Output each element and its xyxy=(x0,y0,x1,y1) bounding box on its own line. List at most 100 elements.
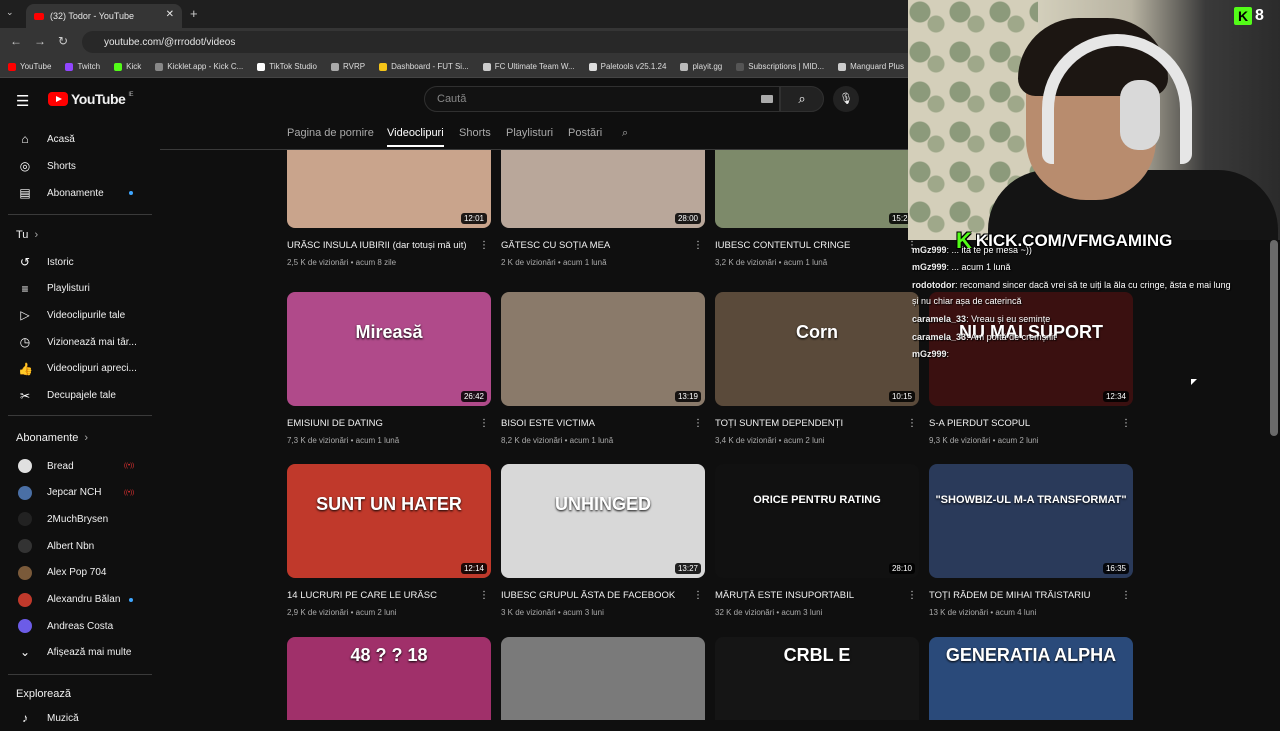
tab-2[interactable]: Shorts xyxy=(459,127,491,139)
bookmark-1[interactable]: Twitch xyxy=(65,62,100,71)
bookmark-3[interactable]: Kicklet.app - Kick C... xyxy=(155,62,243,71)
video-thumbnail[interactable]: 48 ? ? 18 xyxy=(287,637,491,720)
video-card[interactable]: UNHINGED 13:27 IUBESC GRUPUL ĂSTA DE FACEB… xyxy=(501,464,705,617)
sidebar-icon: ⌂ xyxy=(21,132,29,146)
video-title[interactable]: GĂTESC CU SOȚIA MEA xyxy=(501,240,691,251)
bookmark-11[interactable]: Manguard Plus xyxy=(838,62,904,71)
more-options-icon[interactable]: ⋮ xyxy=(1121,418,1131,429)
chat-text: : ... acum 1 lună xyxy=(946,262,1011,272)
new-tab-icon[interactable]: + xyxy=(190,6,198,21)
video-card[interactable]: SUNT UN HATER 12:14 14 LUCRURI PE CARE LE … xyxy=(287,464,491,617)
search-button[interactable]: ⌕ xyxy=(780,86,824,112)
bookmark-8[interactable]: Paletools v25.1.24 xyxy=(588,62,666,71)
video-thumbnail[interactable]: 15:28 xyxy=(715,150,919,228)
browser-tab[interactable]: (32) Todor - YouTube ✕ xyxy=(26,4,182,28)
video-thumbnail[interactable]: UNHINGED 13:27 xyxy=(501,464,705,578)
video-title[interactable]: S-A PIERDUT SCOPUL xyxy=(929,418,1119,429)
video-card[interactable]: Mireasă 26:42 EMISIUNI DE DATING 7,3 K de v… xyxy=(287,292,491,445)
video-thumbnail[interactable]: 12:01 xyxy=(287,150,491,228)
video-title[interactable]: TOȚI SUNTEM DEPENDENȚI xyxy=(715,418,905,429)
bookmark-icon xyxy=(155,62,164,71)
video-thumbnail[interactable]: 13:19 xyxy=(501,292,705,406)
bookmark-icon xyxy=(838,62,847,71)
video-card[interactable]: 15:28 IUBESC CONTENTUL CRINGE 3,2 K de viz… xyxy=(715,150,919,267)
bookmark-icon xyxy=(257,62,266,71)
video-card[interactable]: Corn 10:15 TOȚI SUNTEM DEPENDENȚI 3,4 K de … xyxy=(715,292,919,445)
video-card[interactable]: CRBL E xyxy=(715,637,919,720)
tab-0[interactable]: Pagina de pornire xyxy=(287,127,374,139)
video-title[interactable]: MĂRUȚĂ ESTE INSUPORTABIL xyxy=(715,590,905,601)
bookmark-6[interactable]: Dashboard - FUT Si... xyxy=(379,62,469,71)
video-meta: 13 K de vizionări • acum 4 luni xyxy=(929,608,1037,617)
video-title[interactable]: 14 LUCRURI PE CARE LE URĂSC xyxy=(287,590,477,601)
bookmark-9[interactable]: playit.gg xyxy=(680,62,722,71)
video-card[interactable] xyxy=(501,637,705,720)
video-thumbnail[interactable]: SUNT UN HATER 12:14 xyxy=(287,464,491,578)
video-thumbnail[interactable]: "SHOWBIZ-UL M-A TRANSFORMAT" 16:35 xyxy=(929,464,1133,578)
more-options-icon[interactable]: ⋮ xyxy=(693,418,703,429)
url-text: youtube.com/@rrrodot/videos xyxy=(104,36,236,48)
more-options-icon[interactable]: ⋮ xyxy=(1121,590,1131,601)
video-title[interactable]: URĂSC INSULA IUBIRII (dar totuși mă uit) xyxy=(287,240,477,251)
video-duration: 13:19 xyxy=(674,391,701,402)
search-placeholder: Caută xyxy=(437,93,467,105)
more-options-icon[interactable]: ⋮ xyxy=(907,418,917,429)
menu-icon[interactable]: ☰ xyxy=(16,92,29,110)
tab-search-icon[interactable]: ⌄ xyxy=(6,7,14,18)
video-thumbnail[interactable]: 28:00 xyxy=(501,150,705,228)
video-card[interactable]: GENERATIA ALPHA xyxy=(929,637,1133,720)
search-input[interactable]: Caută xyxy=(424,86,780,112)
close-tab-icon[interactable]: ✕ xyxy=(166,9,174,20)
bookmark-icon xyxy=(331,62,339,71)
reload-icon[interactable]: ↻ xyxy=(58,34,68,48)
more-options-icon[interactable]: ⋮ xyxy=(693,240,703,251)
url-field[interactable]: youtube.com/@rrrodot/videos xyxy=(82,31,982,53)
more-options-icon[interactable]: ⋮ xyxy=(479,590,489,601)
tab-1[interactable]: Videoclipuri xyxy=(387,127,444,147)
video-card[interactable]: 28:00 GĂTESC CU SOȚIA MEA 2 K de vizionări… xyxy=(501,150,705,267)
more-options-icon[interactable]: ⋮ xyxy=(479,240,489,251)
youtube-logo[interactable]: YouTube IE xyxy=(48,91,133,107)
video-thumbnail[interactable]: GENERATIA ALPHA xyxy=(929,637,1133,720)
tab-4[interactable]: Postări xyxy=(568,127,602,139)
forward-icon[interactable]: → xyxy=(34,34,46,48)
video-title[interactable]: EMISIUNI DE DATING xyxy=(287,418,477,429)
tab-3[interactable]: Playlisturi xyxy=(506,127,553,139)
channel-search-icon[interactable]: ⌕ xyxy=(622,127,628,140)
video-thumbnail[interactable]: CRBL E xyxy=(715,637,919,720)
more-options-icon[interactable]: ⋮ xyxy=(479,418,489,429)
microphone-icon: 🎙 xyxy=(839,93,853,105)
video-thumbnail[interactable]: Corn 10:15 xyxy=(715,292,919,406)
video-card[interactable]: 48 ? ? 18 xyxy=(287,637,491,720)
video-card[interactable]: ORICE PENTRU RATING 28:10 MĂRUȚĂ ESTE INSU… xyxy=(715,464,919,617)
bookmark-4[interactable]: TikTok Studio xyxy=(257,62,317,71)
sidebar-item-0[interactable]: ⌂ Acasă xyxy=(0,126,160,152)
scrollbar[interactable] xyxy=(1270,240,1278,436)
bookmark-0[interactable]: YouTube xyxy=(8,62,51,71)
video-thumbnail[interactable]: Mireasă 26:42 xyxy=(287,292,491,406)
bookmark-label: Twitch xyxy=(77,62,101,71)
video-thumbnail[interactable]: ORICE PENTRU RATING 28:10 xyxy=(715,464,919,578)
video-duration: 13:27 xyxy=(674,563,701,574)
keyboard-icon[interactable] xyxy=(761,95,773,103)
video-thumbnail[interactable] xyxy=(501,637,705,720)
video-card[interactable]: 12:01 URĂSC INSULA IUBIRII (dar totuși mă… xyxy=(287,150,491,267)
chat-username: caramela_33 xyxy=(912,314,967,324)
bookmark-7[interactable]: FC Ultimate Team W... xyxy=(482,62,575,71)
video-card[interactable]: "SHOWBIZ-UL M-A TRANSFORMAT" 16:35 TOȚI RÂ… xyxy=(929,464,1133,617)
video-title[interactable]: TOȚI RÂDEM DE MIHAI TRĂISTARIU xyxy=(929,590,1119,601)
bookmark-label: Kick xyxy=(126,62,142,71)
bookmark-10[interactable]: Subscriptions | MID... xyxy=(736,62,824,71)
voice-search-button[interactable]: 🎙 xyxy=(833,86,859,112)
video-title[interactable]: IUBESC CONTENTUL CRINGE xyxy=(715,240,905,251)
video-title[interactable]: BISOI ESTE VICTIMA xyxy=(501,418,691,429)
video-duration: 28:10 xyxy=(888,563,915,574)
more-options-icon[interactable]: ⋮ xyxy=(907,590,917,601)
video-card[interactable]: 13:19 BISOI ESTE VICTIMA 8,2 K de vizionăr… xyxy=(501,292,705,445)
video-title[interactable]: IUBESC GRUPUL ĂSTA DE FACEBOOK xyxy=(501,590,691,601)
video-duration: 12:01 xyxy=(460,213,487,224)
back-icon[interactable]: ← xyxy=(10,34,22,48)
more-options-icon[interactable]: ⋮ xyxy=(693,590,703,601)
bookmark-2[interactable]: Kick xyxy=(114,62,141,71)
bookmark-5[interactable]: RVRP xyxy=(331,62,365,71)
